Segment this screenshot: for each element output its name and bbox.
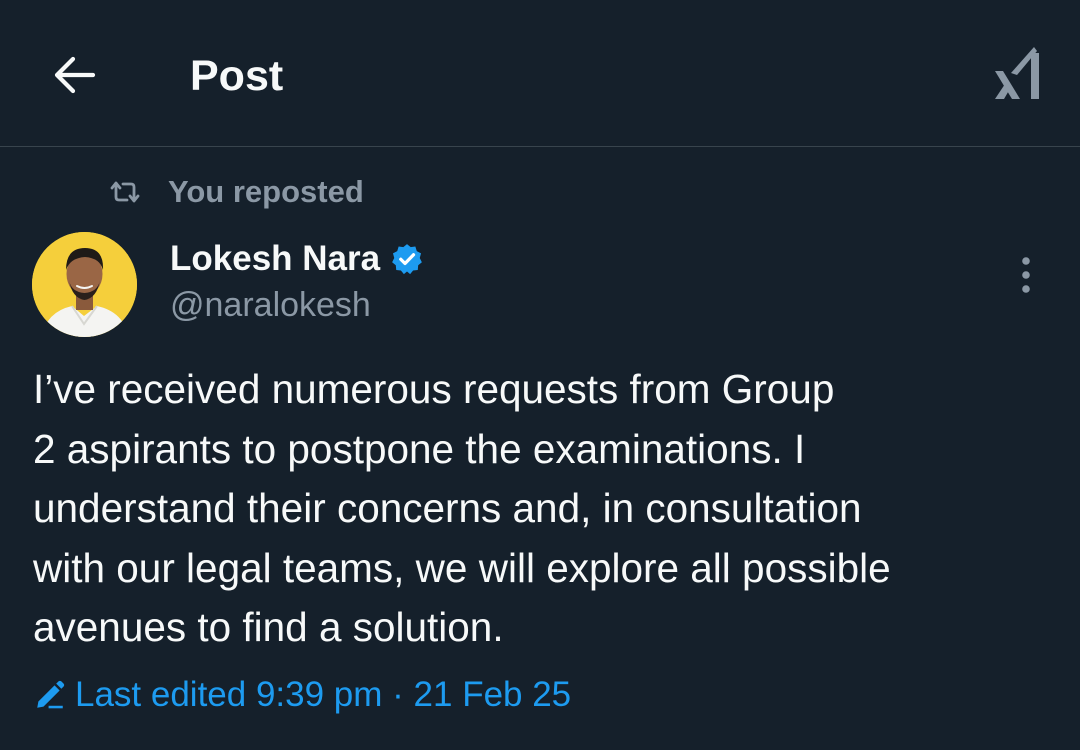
author-handle[interactable]: @naralokesh (170, 282, 371, 328)
more-vertical-icon (1022, 257, 1030, 293)
avatar[interactable] (32, 232, 137, 337)
repost-context: You reposted (108, 170, 364, 214)
grok-icon (995, 47, 1039, 99)
repost-text: You reposted (168, 174, 364, 209)
author-display-name: Lokesh Nara (170, 239, 381, 278)
arrow-left-icon (54, 56, 96, 94)
last-edited-link[interactable]: Last edited 9:39 pm · 21 Feb 25 (33, 670, 571, 720)
grok-button[interactable] (984, 40, 1050, 106)
back-button[interactable] (46, 50, 102, 100)
pencil-icon (33, 678, 67, 712)
verified-badge-icon (390, 242, 424, 276)
repost-icon (110, 181, 140, 203)
top-bar: Post (0, 0, 1080, 147)
more-options-button[interactable] (1006, 250, 1046, 300)
page-title: Post (190, 52, 284, 100)
post-text: I’ve received numerous requests from Gro… (33, 366, 891, 650)
last-edited-text: Last edited 9:39 pm · 21 Feb 25 (75, 675, 572, 714)
avatar-image (32, 232, 137, 337)
author-name[interactable]: Lokesh Nara (170, 236, 424, 282)
